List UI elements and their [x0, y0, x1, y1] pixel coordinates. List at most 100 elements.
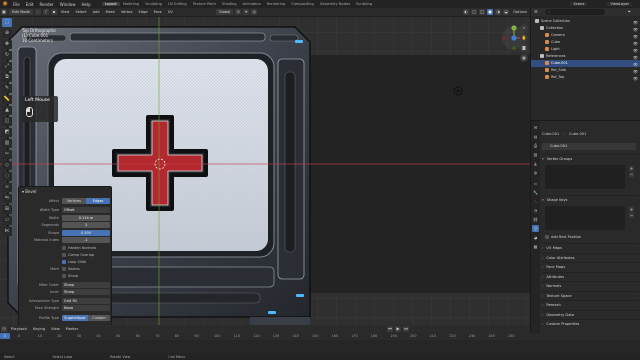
pivot-icon[interactable]: ⊙: [235, 9, 242, 15]
outliner-item[interactable]: Cube 👁: [531, 39, 640, 46]
vertex-group-remove-button[interactable]: −: [629, 172, 634, 177]
shading-material-icon[interactable]: ◑: [495, 9, 502, 15]
miter-inner-dropdown[interactable]: Sharp: [62, 289, 110, 295]
intersection-dropdown[interactable]: Grid Fill: [62, 298, 110, 304]
affect-vertices-button[interactable]: Vertices: [62, 198, 86, 204]
output-tab-icon[interactable]: ⎙: [532, 142, 539, 149]
harden-normals-checkbox[interactable]: Harden Normals: [62, 245, 96, 251]
tab-animation[interactable]: Animation: [240, 2, 264, 6]
menu-view[interactable]: View: [58, 10, 73, 14]
affect-edges-button[interactable]: Edges: [86, 198, 110, 204]
jump-end-icon[interactable]: ⏭: [403, 326, 409, 332]
shape-slider[interactable]: 0.500: [62, 230, 110, 236]
material-field[interactable]: -1: [62, 237, 110, 243]
face-strength-dropdown[interactable]: None: [62, 305, 110, 311]
object-tab-icon[interactable]: ▫: [532, 180, 539, 187]
section-attributes[interactable]: › Attributes: [542, 271, 639, 280]
menu-add[interactable]: Add: [90, 10, 103, 14]
bevel-tool-icon[interactable]: ◩: [2, 128, 12, 137]
timeline-ruler[interactable]: 0 10 20 30 40 50 60 70 80 90 100 110 120 130 140 150 160…: [0, 333, 640, 340]
menu-mesh[interactable]: Mesh: [103, 10, 118, 14]
cursor-tool-icon[interactable]: ⊕: [2, 29, 12, 38]
section-shape-keys[interactable]: ▾ Shape Keys: [542, 195, 639, 203]
view-layer-selector[interactable]: ViewLayer: [607, 2, 632, 6]
menu-face[interactable]: Face: [151, 10, 165, 14]
face-select-icon[interactable]: ▪: [50, 9, 57, 15]
section-geometry-data[interactable]: › Geometry Data: [542, 309, 639, 318]
menu-render[interactable]: Render: [36, 2, 56, 7]
section-uv-maps[interactable]: › UV Maps: [542, 243, 639, 251]
outliner-item[interactable]: References 👁: [531, 53, 640, 60]
menu-edit[interactable]: Edit: [23, 2, 37, 7]
select-box-tool-icon[interactable]: ⬚: [2, 18, 12, 27]
spin-tool-icon[interactable]: ◌: [2, 172, 12, 181]
camera-view-icon[interactable]: ◙: [520, 44, 528, 52]
inset-tool-icon[interactable]: ◫: [2, 117, 12, 126]
outliner-editor-icon[interactable]: ☰: [534, 9, 538, 14]
particles-tab-icon[interactable]: ∴: [532, 198, 539, 205]
shape-keys-list[interactable]: [545, 206, 625, 230]
outliner-item[interactable]: Camera 👁: [531, 32, 640, 39]
section-remesh[interactable]: › Remesh: [542, 300, 639, 308]
annotate-tool-icon[interactable]: ✎: [2, 84, 12, 93]
editor-type-icon[interactable]: ▣: [1, 9, 7, 15]
section-texture-space[interactable]: › Texture Space: [542, 290, 639, 299]
transform-tool-icon[interactable]: ⧉: [2, 73, 12, 82]
tool-tab-icon[interactable]: ⚒: [532, 124, 539, 131]
section-face-maps[interactable]: › Face Maps: [542, 262, 639, 270]
mode-selector[interactable]: Edit Mode: [9, 9, 33, 15]
mark-seams-checkbox[interactable]: Seams: [62, 266, 80, 272]
pan-hand-icon[interactable]: ✋: [520, 34, 528, 42]
edge-select-icon[interactable]: /: [42, 9, 49, 15]
shading-wire-icon[interactable]: ◯: [479, 9, 486, 15]
menu-window[interactable]: Window: [57, 2, 79, 7]
outliner-search-input[interactable]: ⌕: [545, 9, 605, 15]
loop-slide-checkbox[interactable]: Loop Slide: [62, 259, 86, 265]
menu-uv[interactable]: UV: [165, 10, 176, 14]
snap-icon[interactable]: ⌖: [243, 9, 250, 15]
section-custom-properties[interactable]: › Custom Properties: [542, 319, 639, 327]
width-type-dropdown[interactable]: Offset: [62, 207, 110, 213]
profile-superellipse-button[interactable]: Superellipse: [62, 315, 88, 321]
scene-selector[interactable]: Scene: [570, 2, 588, 6]
vertex-groups-list[interactable]: [545, 165, 625, 189]
tab-layout[interactable]: Layout: [101, 2, 120, 6]
tab-rendering[interactable]: Rendering: [264, 2, 288, 6]
menu-edge[interactable]: Edge: [136, 10, 151, 14]
modifier-tab-icon[interactable]: 🔧: [532, 189, 539, 196]
section-color-attributes[interactable]: › Color Attributes: [542, 252, 639, 261]
poly-build-tool-icon[interactable]: ◇: [2, 161, 12, 170]
filter-icon[interactable]: ⏷: [628, 9, 631, 14]
world-tab-icon[interactable]: ◍: [532, 169, 539, 176]
bevel-panel-title[interactable]: ▾ Bevel: [22, 189, 36, 194]
proportional-edit-icon[interactable]: ◎: [251, 9, 258, 15]
visibility-eye-icon[interactable]: 👁: [633, 75, 638, 82]
material-tab-icon[interactable]: ◕: [532, 234, 539, 241]
menu-vertex[interactable]: Vertex: [118, 10, 136, 14]
measure-tool-icon[interactable]: 📏: [2, 95, 12, 104]
shape-key-add-button[interactable]: +: [629, 207, 634, 212]
perspective-grid-icon[interactable]: ▦: [520, 54, 528, 62]
outliner-item[interactable]: Ref_Side 👁: [531, 67, 640, 74]
shrink-fatten-tool-icon[interactable]: ⊞: [2, 205, 12, 214]
knife-tool-icon[interactable]: ✂: [2, 150, 12, 159]
shading-solid-icon[interactable]: ●: [487, 9, 494, 15]
constraints-tab-icon[interactable]: ⛓: [532, 216, 539, 223]
jump-start-icon[interactable]: ⏮: [387, 326, 393, 332]
physics-tab-icon[interactable]: ◔: [532, 207, 539, 214]
xray-icon[interactable]: ▢: [471, 9, 478, 15]
tab-sculpting[interactable]: Sculpting: [142, 2, 165, 6]
mesh-data-name-field[interactable]: Cube.001: [542, 143, 636, 150]
smooth-tool-icon[interactable]: ≈: [2, 183, 12, 192]
shear-tool-icon[interactable]: ▱: [2, 216, 12, 225]
outliner-item[interactable]: Light 👁: [531, 46, 640, 53]
menu-help[interactable]: Help: [78, 2, 93, 7]
section-normals[interactable]: › Normals: [542, 281, 639, 289]
blender-logo-icon[interactable]: ◉: [0, 0, 10, 8]
scene-tab-icon[interactable]: ◭: [532, 160, 539, 167]
menu-select[interactable]: Select: [72, 10, 89, 14]
transform-orientation[interactable]: Global: [215, 9, 234, 15]
vertex-group-add-button[interactable]: +: [629, 166, 634, 171]
mark-sharp-checkbox[interactable]: Sharp: [62, 273, 78, 279]
tab-uv-editing[interactable]: UV Editing: [165, 2, 190, 6]
